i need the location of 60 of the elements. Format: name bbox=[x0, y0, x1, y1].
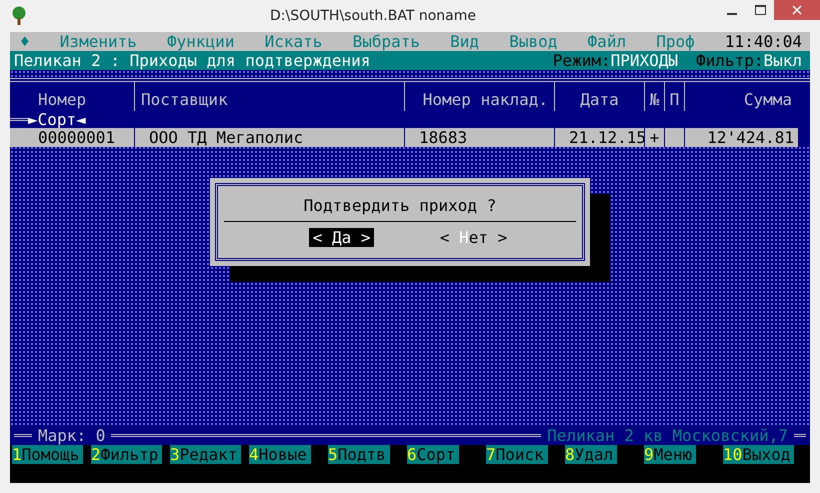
fkey-number: 8 bbox=[565, 445, 575, 464]
store-info: Пеликан 2 кв Московский,7 bbox=[547, 426, 788, 445]
close-button[interactable] bbox=[774, 0, 820, 20]
fkey-button[interactable]: Редакт bbox=[180, 445, 242, 464]
menu-item[interactable]: Функции bbox=[167, 32, 234, 51]
table-cell: 12'424.81 bbox=[684, 128, 798, 147]
fkey-number: 3 bbox=[170, 445, 180, 464]
fkey-button[interactable]: Сорт bbox=[416, 445, 460, 464]
menu-item[interactable]: Изменить bbox=[60, 32, 137, 51]
fkey-button[interactable]: Помощь bbox=[22, 445, 84, 464]
fkey-button[interactable]: Фильтр bbox=[100, 445, 162, 464]
fkey-button[interactable]: Выход bbox=[742, 445, 794, 464]
fkey-number: 7 bbox=[486, 445, 496, 464]
column-header: Поставщик bbox=[134, 82, 404, 111]
tree-icon bbox=[10, 6, 28, 26]
table-cell: 21.12.15 bbox=[554, 128, 644, 147]
fkey-number: 2 bbox=[91, 445, 101, 464]
dialog-button[interactable]: < Да > bbox=[308, 228, 374, 247]
fkey-number: 6 bbox=[407, 445, 417, 464]
window-title: D:\SOUTH\south.BAT noname bbox=[269, 8, 477, 24]
fkey-button[interactable]: Новые bbox=[258, 445, 311, 464]
fkey-button[interactable]: Удал bbox=[574, 445, 618, 464]
mark-count: Марк: 0 bbox=[38, 426, 106, 445]
menu-item[interactable]: Проф bbox=[656, 32, 695, 51]
fkey-button[interactable]: Подтв bbox=[338, 445, 390, 464]
minimize-icon bbox=[727, 13, 737, 15]
mode-value: ПРИХОДЫ bbox=[610, 51, 678, 70]
column-header: Сумма bbox=[684, 82, 798, 111]
table-cell: ООО ТД Мегаполис bbox=[134, 128, 404, 147]
sort-marker: ►Сорт◄ bbox=[28, 110, 86, 129]
table-cell: + bbox=[644, 128, 664, 147]
clock: 11:40:04 bbox=[724, 32, 802, 51]
close-icon bbox=[792, 5, 802, 15]
dialog-question: Подтвердить приход ? bbox=[224, 186, 576, 222]
column-header: П bbox=[664, 82, 684, 111]
menu-marker[interactable]: ♦ bbox=[20, 32, 30, 51]
menu-item[interactable]: Вывод bbox=[509, 32, 558, 51]
column-header: Дата bbox=[554, 82, 644, 111]
fkey-button[interactable]: Меню bbox=[654, 445, 696, 464]
table-cell: 00000001 bbox=[10, 128, 134, 147]
fkey-number: 1 bbox=[12, 445, 22, 464]
menu-item[interactable]: Файл bbox=[588, 32, 626, 51]
fkey-number: 9 bbox=[644, 445, 654, 464]
fkey-number: 4 bbox=[249, 445, 259, 464]
column-header: Номер наклад. bbox=[404, 82, 554, 111]
filter-value: Выкл bbox=[763, 51, 802, 70]
filter-label: Фильтр: bbox=[696, 51, 764, 70]
fkey-button[interactable]: Поиск bbox=[496, 445, 548, 464]
maximize-icon bbox=[754, 5, 766, 15]
menu-item[interactable]: Искать bbox=[264, 32, 322, 51]
menu-item[interactable]: Вид bbox=[450, 32, 480, 51]
screen-title: Пеликан 2 : Приходы для подтверждения bbox=[14, 51, 372, 70]
fkey-number: 5 bbox=[328, 445, 338, 464]
menu-item[interactable]: Выбрать bbox=[352, 32, 420, 51]
fkey-number: 10 bbox=[723, 445, 742, 464]
column-header: № bbox=[644, 82, 664, 111]
column-header: Номер bbox=[37, 89, 88, 111]
dialog-button[interactable]: < Нет > bbox=[436, 228, 512, 247]
table-cell: 18683 bbox=[404, 128, 554, 147]
mode-label: Режим: bbox=[552, 51, 611, 70]
